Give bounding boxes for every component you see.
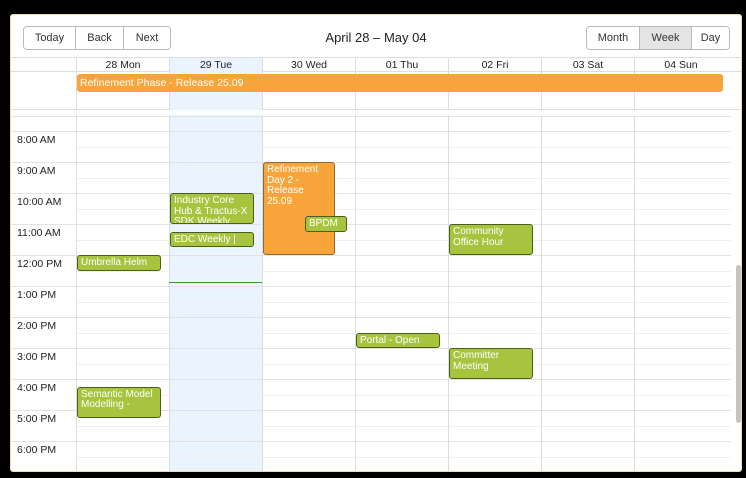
all-day-row: Refinement Phase - Release 25.09: [11, 72, 741, 110]
day-header-30-wed[interactable]: 30 Wed: [262, 58, 355, 72]
time-label: 1:00 PM: [17, 289, 57, 301]
day-header-01-thu[interactable]: 01 Thu: [355, 58, 448, 72]
column-divider: [76, 115, 77, 471]
calendar-event[interactable]: BPDM: [305, 216, 347, 232]
slot-line: [11, 115, 731, 117]
day-header-29-tue[interactable]: 29 Tue: [169, 58, 262, 72]
hour-line: [11, 379, 731, 380]
half-hour-line: [76, 425, 731, 427]
calendar-event[interactable]: Industry Core Hub & Tractus-X SDK Weekly: [170, 193, 254, 224]
half-hour-line: [76, 363, 731, 365]
time-label: 12:00 PM: [17, 258, 62, 270]
hour-line: [11, 441, 731, 442]
day-header-28-mon[interactable]: 28 Mon: [76, 58, 169, 72]
time-label: 2:00 PM: [17, 320, 57, 332]
today-column-highlight: [169, 115, 262, 471]
column-divider: [541, 115, 542, 471]
calendar-event[interactable]: EDC Weekly |: [170, 231, 254, 248]
half-hour-line: [76, 177, 731, 179]
day-header-row: 28 Mon 29 Tue 30 Wed 01 Thu 02 Fri 03 Sat 04 S…: [11, 57, 741, 72]
calendar-toolbar: Today Back Next April 28 – May 04 Month …: [11, 15, 741, 55]
hour-line: [11, 131, 731, 132]
view-switcher: Month Week Day: [586, 26, 730, 50]
hour-line: [11, 317, 731, 318]
day-view-button[interactable]: Day: [692, 27, 729, 49]
hour-line: [11, 193, 731, 194]
day-header-04-sun[interactable]: 04 Sun: [634, 58, 727, 72]
time-label: 11:00 AM: [17, 227, 61, 239]
calendar-event[interactable]: Refinement Day 2 - Release 25.09: [263, 162, 335, 255]
half-hour-line: [76, 146, 731, 148]
half-hour-line: [76, 456, 731, 458]
hour-line: [11, 162, 731, 163]
half-hour-line: [76, 301, 731, 303]
month-view-button[interactable]: Month: [587, 27, 640, 49]
column-divider: [355, 115, 356, 471]
time-label: 9:00 AM: [17, 165, 56, 177]
calendar-panel: Today Back Next April 28 – May 04 Month …: [10, 14, 742, 472]
column-divider: [448, 115, 449, 471]
column-divider: [634, 115, 635, 471]
week-grid: 28 Mon 29 Tue 30 Wed 01 Thu 02 Fri 03 Sat 04 S…: [11, 57, 741, 471]
calendar-event[interactable]: Portal - Open: [356, 332, 440, 348]
column-divider: [169, 115, 170, 471]
time-grid-scrollbar[interactable]: [733, 115, 741, 471]
time-grid: 8:00 AM 9:00 AM 10:00 AM 11:00 AM 12:00 PM 1:…: [11, 115, 731, 471]
day-header-02-fri[interactable]: 02 Fri: [448, 58, 541, 72]
time-label: 3:00 PM: [17, 351, 57, 363]
current-time-indicator: [169, 282, 262, 283]
scrollbar-thumb[interactable]: [736, 265, 741, 423]
day-header-03-sat[interactable]: 03 Sat: [541, 58, 634, 72]
week-view-button[interactable]: Week: [640, 27, 692, 49]
all-day-event[interactable]: Refinement Phase - Release 25.09: [77, 74, 723, 92]
hour-line: [11, 224, 731, 225]
time-label: 4:00 PM: [17, 382, 57, 394]
calendar-event[interactable]: Committer Meeting: [449, 348, 533, 379]
half-hour-line: [76, 270, 731, 272]
half-hour-line: [76, 394, 731, 396]
calendar-event[interactable]: Community Office Hour: [449, 224, 533, 255]
calendar-event[interactable]: Semantic Model Modelling -: [77, 386, 161, 418]
hour-line: [11, 348, 731, 349]
calendar-event[interactable]: Umbrella Helm: [77, 255, 161, 271]
time-label: 10:00 AM: [17, 196, 62, 208]
time-label: 5:00 PM: [17, 413, 57, 425]
hour-line: [11, 286, 731, 287]
time-label: 6:00 PM: [17, 444, 57, 456]
time-label: 8:00 AM: [17, 134, 56, 146]
